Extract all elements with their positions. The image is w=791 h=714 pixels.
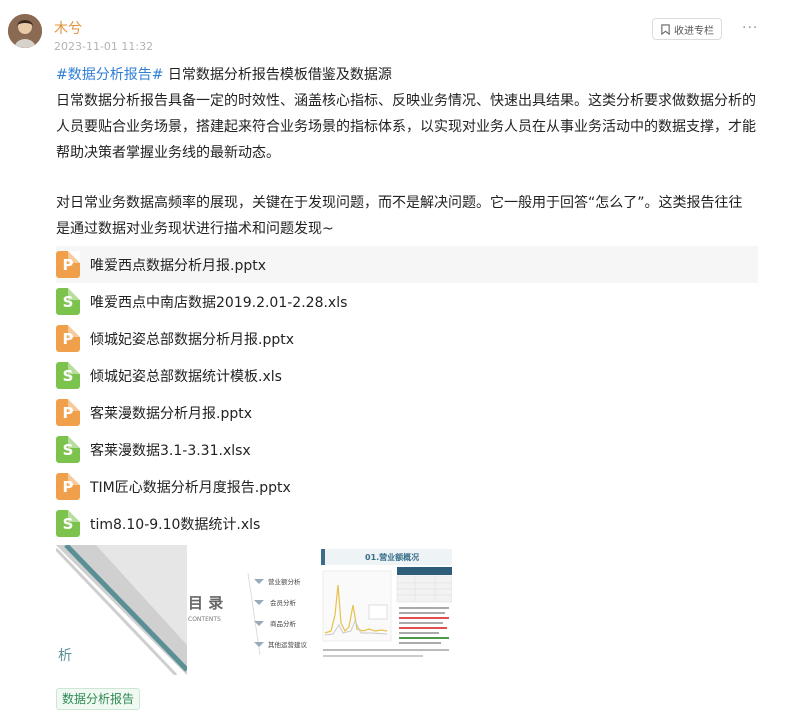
slide-cover-image: 析 — [56, 545, 187, 675]
more-options-icon[interactable]: ··· — [742, 20, 758, 36]
topic-tag[interactable]: 数据分析报告 — [56, 688, 141, 710]
file-name: 倾城妃姿总部数据统计模板.xls — [90, 368, 282, 385]
post-title-line: #数据分析报告# 日常数据分析报告模板借鉴及数据源 — [56, 62, 756, 88]
cover-text: 析 — [58, 648, 72, 664]
post-time: 2023-11-01 11:32 — [54, 40, 154, 53]
collect-label: 收进专栏 — [674, 25, 714, 37]
contents-item-1: 营业额分析 — [268, 577, 301, 586]
sheet-file-icon: S — [56, 436, 80, 463]
contents-item-3: 商品分析 — [270, 619, 297, 628]
file-name: 倾城妃姿总部数据分析月报.pptx — [90, 331, 294, 348]
sheet-file-icon: S — [56, 288, 80, 315]
file-item[interactable]: S tim8.10-9.10数据统计.xls — [56, 505, 758, 542]
file-name: TIM匠心数据分析月度报告.pptx — [90, 479, 291, 496]
image-thumbnail[interactable]: 析 — [56, 545, 187, 675]
file-name: 客莱漫数据3.1-3.31.xlsx — [90, 442, 251, 459]
ppt-file-icon: P — [56, 473, 80, 500]
file-item[interactable]: P 倾城妃姿总部数据分析月报.pptx — [56, 320, 758, 357]
image-thumbnail[interactable]: 目 录 CONTENTS 营业额分析 会员分析 商品分析 其他运营建议 — [188, 545, 320, 675]
ppt-file-icon: P — [56, 399, 80, 426]
ppt-file-icon: P — [56, 325, 80, 352]
bookmark-icon — [661, 23, 670, 35]
post-header: 木兮 2023-11-01 11:32 收进专栏 ··· — [8, 14, 778, 54]
post-title: 日常数据分析报告模板借鉴及数据源 — [163, 67, 392, 83]
paragraph-2: 对日常业务数据高频率的展现，关键在于发现问题，而不是解决问题。它一般用于回答“怎… — [56, 195, 743, 237]
avatar-image — [8, 14, 42, 48]
author-name[interactable]: 木兮 — [54, 18, 82, 38]
contents-title: 目 录 — [188, 594, 223, 612]
slide-contents-image: 目 录 CONTENTS 营业额分析 会员分析 商品分析 其他运营建议 — [188, 545, 320, 675]
sheet-file-icon: S — [56, 362, 80, 389]
revenue-title: 01.营业额概况 — [365, 552, 419, 562]
contents-item-2: 会员分析 — [270, 598, 297, 607]
paragraph-1: 日常数据分析报告具备一定的时效性、涵盖核心指标、反映业务情况、快速出具结果。这类… — [56, 93, 756, 161]
ppt-file-icon: P — [56, 251, 80, 278]
collect-to-column-button[interactable]: 收进专栏 — [652, 18, 722, 40]
file-item[interactable]: S 客莱漫数据3.1-3.31.xlsx — [56, 431, 758, 468]
post-content: #数据分析报告# 日常数据分析报告模板借鉴及数据源 日常数据分析报告具备一定的时… — [56, 62, 756, 242]
slide-revenue-image: 01.营业额概况 — [321, 545, 452, 675]
contents-item-4: 其他运营建议 — [268, 640, 308, 649]
file-item[interactable]: S 唯爱西点中南店数据2019.2.01-2.28.xls — [56, 283, 758, 320]
avatar[interactable] — [8, 14, 42, 48]
file-item[interactable]: P TIM匠心数据分析月度报告.pptx — [56, 468, 758, 505]
file-name: 唯爱西点数据分析月报.pptx — [90, 257, 266, 274]
image-thumbnail[interactable]: 01.营业额概况 — [321, 545, 452, 675]
file-name: 客莱漫数据分析月报.pptx — [90, 405, 252, 422]
contents-subtitle: CONTENTS — [188, 616, 221, 623]
hashtag-link[interactable]: #数据分析报告# — [56, 67, 163, 83]
file-item[interactable]: S 倾城妃姿总部数据统计模板.xls — [56, 357, 758, 394]
file-item[interactable]: P 客莱漫数据分析月报.pptx — [56, 394, 758, 431]
file-name: tim8.10-9.10数据统计.xls — [90, 516, 261, 533]
attachment-list: P 唯爱西点数据分析月报.pptx S 唯爱西点中南店数据2019.2.01-2… — [56, 246, 758, 542]
image-gallery: 析 目 录 CONTENTS 营业额分析 会员分析 商品分析 其他运营建议 01… — [56, 545, 456, 675]
sheet-file-icon: S — [56, 510, 80, 537]
file-name: 唯爱西点中南店数据2019.2.01-2.28.xls — [90, 294, 348, 311]
file-item[interactable]: P 唯爱西点数据分析月报.pptx — [56, 246, 758, 283]
